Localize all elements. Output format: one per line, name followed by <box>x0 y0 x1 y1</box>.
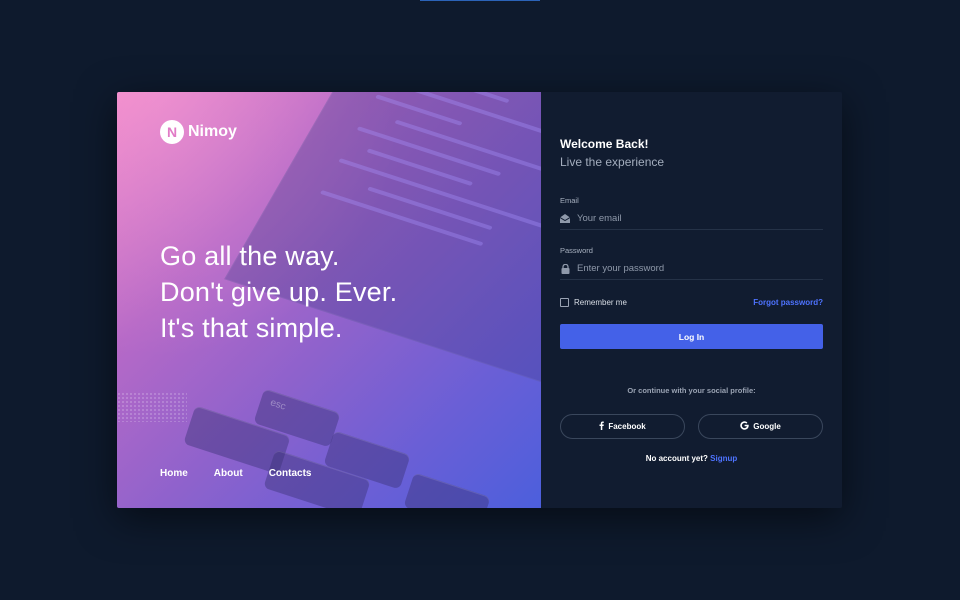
brand-name: Nimoy <box>188 123 237 140</box>
lock-icon <box>560 263 570 274</box>
facebook-label: Facebook <box>608 422 646 431</box>
password-label: Password <box>560 246 593 255</box>
tagline-line: Don't give up. Ever. <box>160 277 398 307</box>
hero-panel: esc N Nimoy Go all the way. Don't give u… <box>117 92 541 508</box>
facebook-icon <box>599 421 605 432</box>
hero-tagline: Go all the way. Don't give up. Ever. It'… <box>160 238 397 346</box>
welcome-header: Welcome Back! Live the experience <box>560 137 664 169</box>
tagline-line: It's that simple. <box>160 313 343 343</box>
social-note: Or continue with your social profile: <box>627 386 756 395</box>
brand-logo[interactable]: N Nimoy <box>160 120 237 144</box>
login-form-panel: Welcome Back! Live the experience Email … <box>541 92 842 508</box>
login-card: esc N Nimoy Go all the way. Don't give u… <box>117 92 842 508</box>
logo-badge-icon: N <box>160 120 184 144</box>
google-label: Google <box>753 422 781 431</box>
email-label: Email <box>560 196 579 205</box>
tagline-line: Go all the way. <box>160 241 340 271</box>
signup-line: No account yet? Signup <box>541 454 842 463</box>
welcome-subtitle: Live the experience <box>560 155 665 169</box>
password-field[interactable] <box>577 263 807 274</box>
remember-me[interactable]: Remember me <box>560 298 627 307</box>
nav-home-link[interactable]: Home <box>160 468 188 479</box>
password-field-wrapper <box>560 258 823 280</box>
google-button[interactable]: Google <box>698 414 823 439</box>
hero-nav: Home About Contacts <box>160 468 311 479</box>
envelope-icon <box>560 214 570 224</box>
signup-prompt: No account yet? <box>645 454 708 463</box>
welcome-title: Welcome Back! <box>560 137 649 151</box>
nav-about-link[interactable]: About <box>214 468 243 479</box>
dot-pattern <box>117 392 187 422</box>
facebook-button[interactable]: Facebook <box>560 414 685 439</box>
email-field-wrapper <box>560 208 823 230</box>
nav-contacts-link[interactable]: Contacts <box>269 468 312 479</box>
top-accent-line <box>420 0 540 1</box>
remember-label: Remember me <box>574 298 627 307</box>
forgot-password-link[interactable]: Forgot password? <box>753 298 823 307</box>
login-button[interactable]: Log In <box>560 324 823 349</box>
remember-checkbox[interactable] <box>560 298 569 307</box>
email-field[interactable] <box>577 213 807 224</box>
signup-link[interactable]: Signup <box>710 454 737 463</box>
google-icon <box>740 421 749 432</box>
